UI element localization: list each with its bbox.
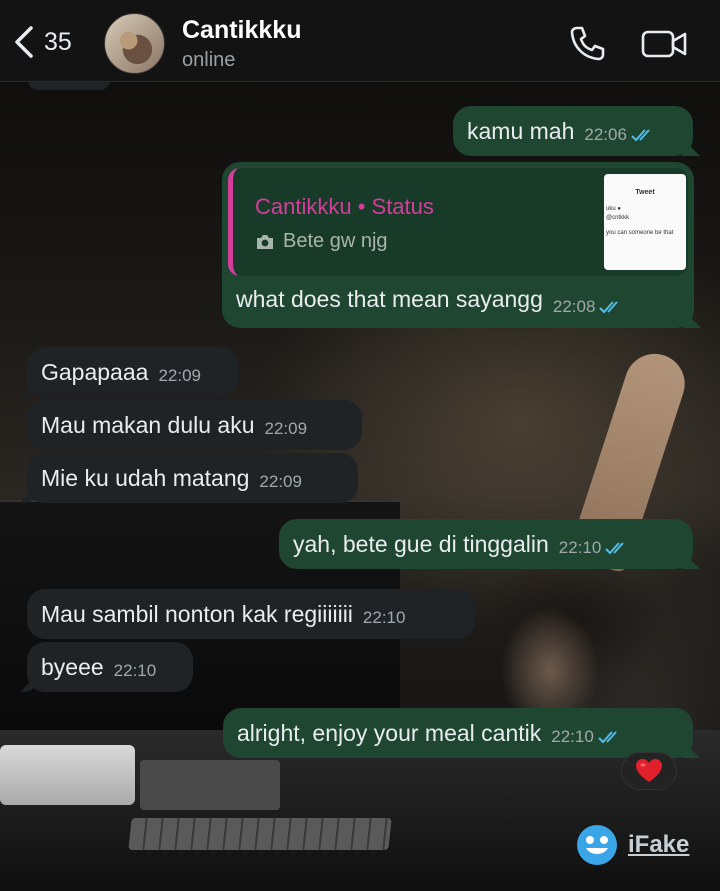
read-ticks-icon bbox=[599, 301, 619, 314]
message-text: Mau sambil nonton kak regiiiiiii bbox=[41, 601, 353, 627]
message-time: 22:09 bbox=[158, 366, 201, 385]
wallpaper-mixer bbox=[140, 760, 280, 810]
message-meta: 22:06 bbox=[584, 121, 657, 149]
thumb-title: Tweet bbox=[635, 189, 655, 196]
message-meta: 22:10 bbox=[551, 723, 624, 751]
camera-icon bbox=[257, 234, 273, 249]
message-text: yah, bete gue di tinggalin bbox=[293, 531, 549, 557]
message-outgoing[interactable]: kamu mah 22:06 bbox=[453, 106, 693, 156]
message-time: 22:08 bbox=[552, 297, 596, 316]
message-time: 22:09 bbox=[259, 472, 302, 491]
smiley-logo-icon bbox=[577, 825, 617, 865]
message-text: byeee bbox=[41, 654, 104, 680]
thumb-line: @cntkkk bbox=[606, 215, 630, 221]
video-call-icon[interactable] bbox=[640, 26, 688, 62]
contact-avatar[interactable] bbox=[104, 13, 165, 74]
message-outgoing-status-reply[interactable]: Cantikkku • Status Bete gw njg Tweet uku… bbox=[222, 162, 694, 328]
thumb-line: you can someone be that bbox=[606, 230, 674, 236]
thumb-line: uku ● bbox=[606, 206, 621, 212]
quoted-status[interactable]: Cantikkku • Status Bete gw njg Tweet uku… bbox=[228, 168, 688, 276]
red-heart-icon bbox=[636, 759, 662, 782]
ifake-watermark: iFake bbox=[576, 824, 689, 866]
message-incoming[interactable]: Mau sambil nonton kak regiiiiiii 22:10 bbox=[27, 589, 475, 639]
message-reaction[interactable] bbox=[621, 752, 677, 790]
back-button[interactable]: 35 bbox=[12, 20, 72, 64]
quoted-status-caption: Bete gw njg bbox=[255, 230, 388, 253]
message-incoming[interactable]: byeee 22:10 bbox=[27, 642, 193, 692]
chat-header: 35 Cantikkku online bbox=[0, 0, 720, 82]
contact-name[interactable]: Cantikkku bbox=[182, 16, 301, 45]
message-time: 22:06 bbox=[584, 125, 627, 144]
read-ticks-icon bbox=[605, 542, 625, 555]
message-incoming[interactable]: Mau makan dulu aku 22:09 bbox=[27, 400, 362, 450]
phone-icon[interactable] bbox=[568, 24, 606, 62]
contact-status: online bbox=[182, 49, 236, 71]
message-incoming[interactable]: Mie ku udah matang 22:09 bbox=[27, 453, 358, 503]
wallpaper-keyboard bbox=[128, 818, 392, 850]
unread-count: 35 bbox=[44, 27, 72, 56]
message-meta: 22:08 bbox=[553, 297, 626, 317]
message-time: 22:10 bbox=[551, 727, 594, 746]
read-ticks-icon bbox=[598, 731, 617, 744]
message-time: 22:09 bbox=[264, 419, 308, 438]
message-text: what does that mean sayangg bbox=[236, 286, 543, 312]
quoted-status-text: Bete gw njg bbox=[283, 230, 388, 252]
message-text: kamu mah bbox=[467, 118, 575, 144]
message-text: Mau makan dulu aku bbox=[41, 412, 255, 438]
read-ticks-icon bbox=[631, 129, 650, 142]
message-incoming[interactable]: Gapapaaa 22:09 bbox=[27, 347, 238, 397]
message-outgoing[interactable]: yah, bete gue di tinggalin 22:10 bbox=[279, 519, 693, 569]
wallpaper-computer bbox=[0, 745, 135, 805]
message-text: Mie ku udah matang bbox=[41, 465, 250, 491]
message-time: 22:10 bbox=[558, 538, 602, 557]
message-text: alright, enjoy your meal cantik bbox=[237, 720, 542, 746]
message-meta: 22:10 bbox=[559, 534, 632, 562]
message-time: 22:10 bbox=[362, 608, 406, 627]
quoted-status-title: Cantikkku • Status bbox=[255, 194, 434, 219]
message-text: Gapapaaa bbox=[41, 359, 149, 385]
watermark-text: iFake bbox=[628, 831, 690, 858]
message-time: 22:10 bbox=[113, 661, 157, 680]
reply-body: what does that mean sayangg 22:08 bbox=[236, 286, 625, 316]
message-outgoing[interactable]: alright, enjoy your meal cantik 22:10 bbox=[223, 708, 693, 758]
status-thumbnail: Tweet uku ● @cntkkk you can someone be t… bbox=[604, 174, 686, 270]
chevron-left-icon bbox=[15, 26, 33, 58]
